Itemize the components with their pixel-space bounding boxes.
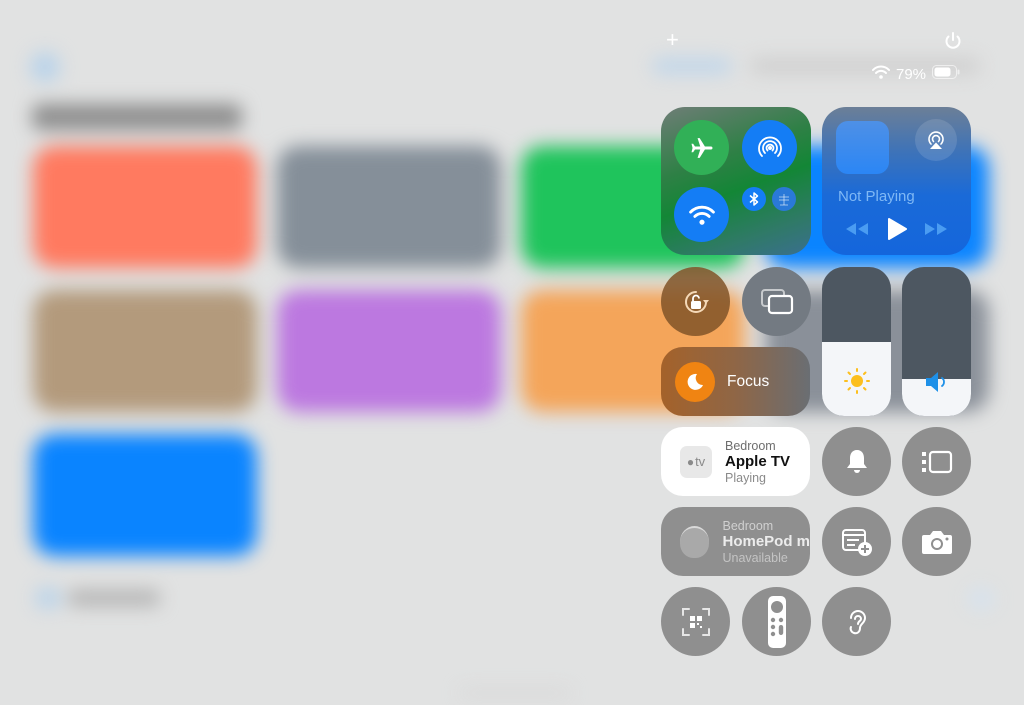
quick-note-button[interactable] <box>822 507 891 576</box>
rewind-icon <box>846 223 868 235</box>
bluetooth-toggle[interactable] <box>742 187 766 211</box>
apple-tv-remote-button[interactable] <box>742 587 811 656</box>
add-folder-icon <box>968 588 994 610</box>
homepod-device: HomePod m <box>722 532 810 550</box>
moon-icon <box>687 373 703 390</box>
shortcut-tile <box>33 146 257 268</box>
code-scanner-button[interactable] <box>661 587 730 656</box>
connectivity-module <box>661 107 811 255</box>
battery-icon <box>932 65 960 83</box>
apple-tv-tile[interactable]: ● tv Bedroom Apple TV Playing <box>661 427 810 496</box>
shortcut-tile <box>33 290 257 412</box>
sidebar-toggle-icon <box>30 52 60 82</box>
apple-tv-device: Apple TV <box>725 452 791 470</box>
stage-manager-toggle[interactable] <box>902 427 971 496</box>
network-tree-icon <box>779 194 789 206</box>
power-icon[interactable] <box>942 30 964 52</box>
rewind-button[interactable] <box>844 221 870 242</box>
wifi-toggle[interactable] <box>674 187 729 242</box>
play-icon <box>888 218 907 240</box>
album-art <box>836 121 889 174</box>
camera-icon <box>921 530 952 554</box>
focus-label: Focus <box>727 372 770 390</box>
rotation-lock-icon <box>684 290 709 313</box>
bell-icon <box>846 449 867 473</box>
qr-code-scanner-icon <box>681 607 710 636</box>
orientation-lock-toggle[interactable] <box>661 267 730 336</box>
focus-button[interactable]: Focus <box>661 347 810 416</box>
folder-icon <box>36 588 60 608</box>
screen-mirroring-icon <box>760 288 793 314</box>
airdrop-toggle[interactable] <box>742 120 797 175</box>
battery-percent: 79% <box>896 65 927 83</box>
page-title-blurred <box>32 104 242 130</box>
apple-tv-room: Bedroom <box>725 438 776 453</box>
camera-button[interactable] <box>902 507 971 576</box>
homepod-mini-icon <box>680 525 710 558</box>
airplay-audio-icon <box>928 131 944 149</box>
airplane-mode-toggle[interactable] <box>674 120 729 175</box>
apple-tv-logo: ● tv <box>680 445 712 478</box>
now-playing-module[interactable]: Not Playing <box>822 107 971 255</box>
silent-mode-toggle[interactable] <box>822 427 891 496</box>
airplane-icon <box>691 137 712 158</box>
wifi-icon <box>872 65 890 83</box>
shortcut-tile <box>33 434 257 556</box>
airdrop-icon <box>757 136 782 157</box>
bluetooth-icon <box>749 192 759 206</box>
moon-icon-circle <box>675 361 715 402</box>
wifi-icon <box>688 205 715 225</box>
homepod-room: Bedroom <box>722 518 774 533</box>
fast-forward-icon <box>925 223 947 235</box>
quick-note-add-icon <box>841 528 872 556</box>
now-playing-status: Not Playing <box>838 188 915 205</box>
folder-label-blurred <box>68 590 160 606</box>
shortcut-tile <box>277 290 501 412</box>
apple-tv-logo-text: tv <box>695 454 706 469</box>
shortcut-tile <box>277 146 501 268</box>
network-toggle[interactable] <box>772 187 796 211</box>
tv-remote-icon <box>767 595 786 648</box>
hearing-button[interactable] <box>822 587 891 656</box>
homepod-status: Unavailable <box>722 550 788 565</box>
toolbar-select-blurred <box>652 58 732 74</box>
airplay-button[interactable] <box>915 119 957 161</box>
home-indicator <box>460 690 570 696</box>
plus-icon[interactable]: + <box>666 29 679 51</box>
status-bar: 79% <box>872 65 960 83</box>
screen-mirroring-button[interactable] <box>742 267 811 336</box>
brightness-slider[interactable] <box>822 267 891 416</box>
stage-manager-icon <box>921 450 952 473</box>
speaker-icon <box>902 369 971 395</box>
play-button[interactable] <box>886 217 908 246</box>
apple-tv-status: Playing <box>725 470 766 485</box>
homepod-tile[interactable]: Bedroom HomePod m Unavailable <box>661 507 810 576</box>
ear-icon <box>849 609 866 634</box>
sun-icon <box>822 367 891 395</box>
volume-slider[interactable] <box>902 267 971 416</box>
fast-forward-button[interactable] <box>923 221 949 242</box>
